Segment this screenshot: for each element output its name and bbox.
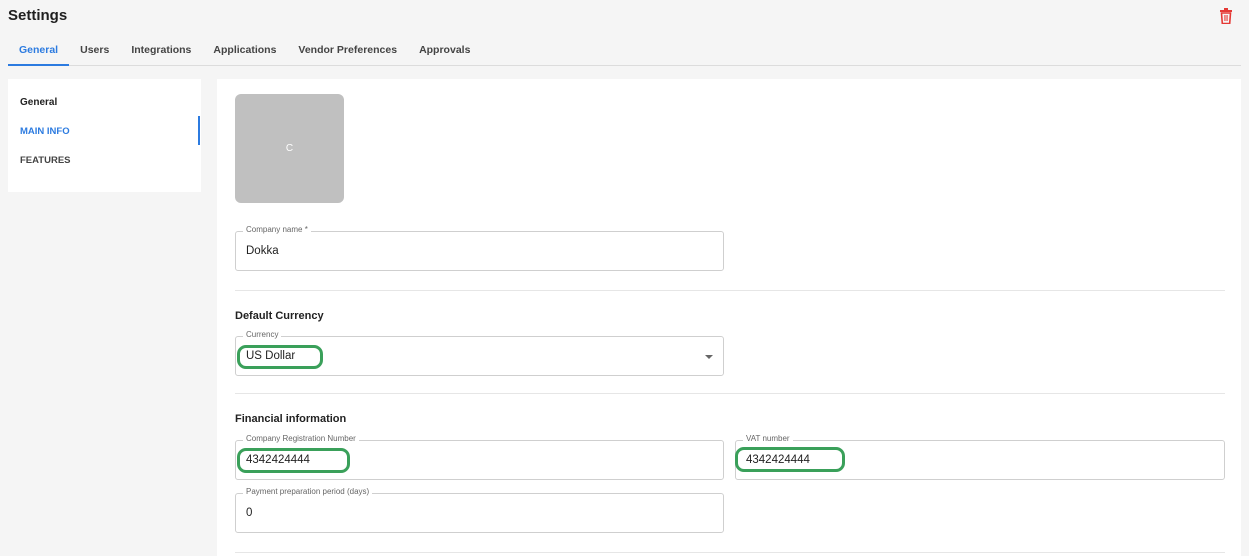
sidebar-item-main-info[interactable]: MAIN INFO xyxy=(20,126,70,137)
divider xyxy=(235,290,1225,291)
settings-tabs: General Users Integrations Applications … xyxy=(8,40,1241,66)
registration-number-label: Company Registration Number xyxy=(243,434,359,443)
vat-number-input[interactable]: 4342424444 xyxy=(746,454,810,466)
company-name-input[interactable]: Dokka xyxy=(246,245,279,257)
divider xyxy=(235,552,1225,553)
payment-period-label: Payment preparation period (days) xyxy=(243,487,373,496)
tab-applications[interactable]: Applications xyxy=(202,40,287,65)
settings-sidebar: General MAIN INFO FEATURES xyxy=(8,79,201,192)
sidebar-active-indicator xyxy=(198,116,200,145)
company-logo-placeholder[interactable]: C xyxy=(235,94,344,203)
payment-period-field[interactable]: Payment preparation period (days) 0 xyxy=(235,487,724,533)
company-name-field[interactable]: Company name * Dokka xyxy=(235,225,724,271)
registration-number-field[interactable]: Company Registration Number 4342424444 xyxy=(235,434,724,480)
tab-approvals[interactable]: Approvals xyxy=(408,40,481,65)
company-name-label: Company name * xyxy=(243,225,311,234)
sidebar-heading: General xyxy=(20,97,58,108)
tab-integrations[interactable]: Integrations xyxy=(120,40,202,65)
currency-select[interactable]: Currency US Dollar xyxy=(235,330,724,376)
payment-period-input[interactable]: 0 xyxy=(246,507,252,519)
registration-number-input[interactable]: 4342424444 xyxy=(246,454,310,466)
chevron-down-icon[interactable] xyxy=(705,355,713,359)
trash-icon[interactable] xyxy=(1219,8,1233,25)
currency-value: US Dollar xyxy=(246,350,296,362)
financial-info-heading: Financial information xyxy=(235,413,347,425)
logo-letter: C xyxy=(285,143,294,154)
page-title: Settings xyxy=(8,7,68,24)
main-info-panel: C Company name * Dokka Default Currency … xyxy=(217,79,1241,556)
tab-general[interactable]: General xyxy=(8,40,70,66)
settings-page: Settings General Users Integrations Appl… xyxy=(0,0,1249,556)
divider xyxy=(235,393,1225,394)
vat-number-field[interactable]: VAT number 4342424444 xyxy=(735,434,1225,480)
vat-number-label: VAT number xyxy=(743,434,793,443)
sidebar-item-features[interactable]: FEATURES xyxy=(20,155,71,166)
default-currency-heading: Default Currency xyxy=(235,310,324,322)
tab-users[interactable]: Users xyxy=(69,40,120,65)
tab-vendor-preferences[interactable]: Vendor Preferences xyxy=(287,40,408,65)
currency-label: Currency xyxy=(243,330,282,339)
